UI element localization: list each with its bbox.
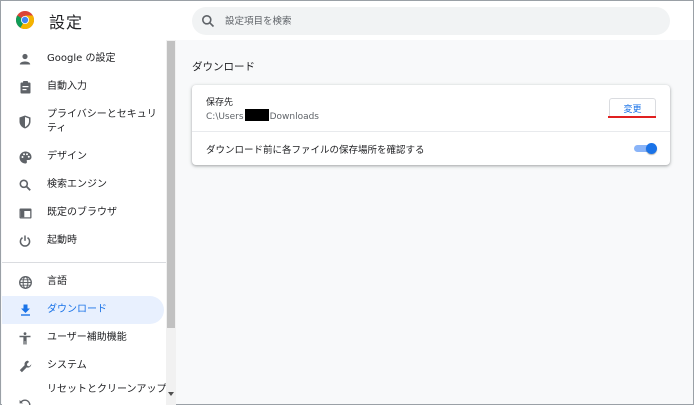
chrome-logo-icon [16,11,34,29]
sidebar-item-label: 起動時 [47,235,77,246]
sidebar-item-downloads[interactable]: ダウンロード [2,296,164,324]
toggle-knob [646,143,657,154]
page-title: 設定 [49,13,84,32]
globe-icon [18,275,32,289]
download-icon [18,303,32,317]
section-title: ダウンロード [192,61,255,73]
sidebar-item-reset-cleanup[interactable]: リセットとクリーンアップ [2,382,166,405]
sidebar-item-google-settings[interactable]: Google の設定 [2,45,164,73]
search-icon [202,15,215,28]
sidebar-item-languages[interactable]: 言語 [2,268,164,296]
save-location-label: 保存先 [206,98,234,108]
palette-icon [18,150,32,164]
clipboard-icon [18,80,32,94]
sidebar-item-system[interactable]: システム [2,352,164,380]
header: 設定 [1,1,693,40]
browser-icon [18,206,32,220]
path-suffix: Downloads [269,112,319,122]
ask-where-to-save-label: ダウンロード前に各ファイルの保存場所を確認する [206,145,425,156]
search-box[interactable] [192,7,670,35]
power-icon [18,234,32,248]
save-location-path: C:\Users Downloads [206,109,319,122]
search-icon [18,178,32,192]
path-prefix: C:\Users [206,112,244,122]
sidebar-item-label: プライバシーとセキュリティ [47,109,157,134]
sidebar-item-default-browser[interactable]: 既定のブラウザ [2,199,164,227]
search-input[interactable] [225,12,655,30]
sidebar-item-label: ダウンロード [47,304,107,315]
person-icon [18,52,32,66]
sidebar-item-on-startup[interactable]: 起動時 [2,227,164,255]
shield-icon [18,115,32,129]
sidebar-scrollbar[interactable] [166,40,176,405]
sidebar: Google の設定 自動入力 プライバシーとセキュリティ デザイン 検索エンジ [2,40,166,405]
accessibility-icon [18,331,32,345]
sidebar-item-appearance[interactable]: デザイン [2,143,164,171]
ask-where-to-save-toggle[interactable] [634,143,657,154]
card-divider [192,131,670,132]
sidebar-item-label: ユーザー補助機能 [47,332,127,343]
sidebar-item-label: リセットとクリーンアップ [47,384,166,395]
sidebar-item-search-engine[interactable]: 検索エンジン [2,171,164,199]
scrollbar-thumb[interactable] [167,41,175,328]
sidebar-item-privacy-security[interactable]: プライバシーとセキュリティ [2,101,164,143]
reset-icon [18,398,32,405]
redacted-username [244,109,269,121]
downloads-settings-card: 保存先 C:\Users Downloads 変更 ダウンロード前に各ファイルの保… [192,85,670,165]
sidebar-item-label: 言語 [47,276,67,287]
wrench-icon [18,359,32,373]
sidebar-item-label: デザイン [47,151,87,162]
sidebar-item-label: Google の設定 [47,53,116,64]
highlight-underline [608,116,656,118]
sidebar-item-label: 検索エンジン [47,179,107,190]
sidebar-divider [2,262,166,263]
sidebar-item-autofill[interactable]: 自動入力 [2,73,164,101]
settings-window: 設定 Google の設定 自動入力 プライバシー [0,0,694,405]
sidebar-item-label: 既定のブラウザ [47,207,117,218]
change-location-button[interactable]: 変更 [609,98,656,118]
sidebar-item-label: システム [47,360,87,371]
sidebar-item-label: 自動入力 [47,81,87,92]
scroll-down-arrow-icon[interactable] [168,392,174,396]
sidebar-item-accessibility[interactable]: ユーザー補助機能 [2,324,164,352]
